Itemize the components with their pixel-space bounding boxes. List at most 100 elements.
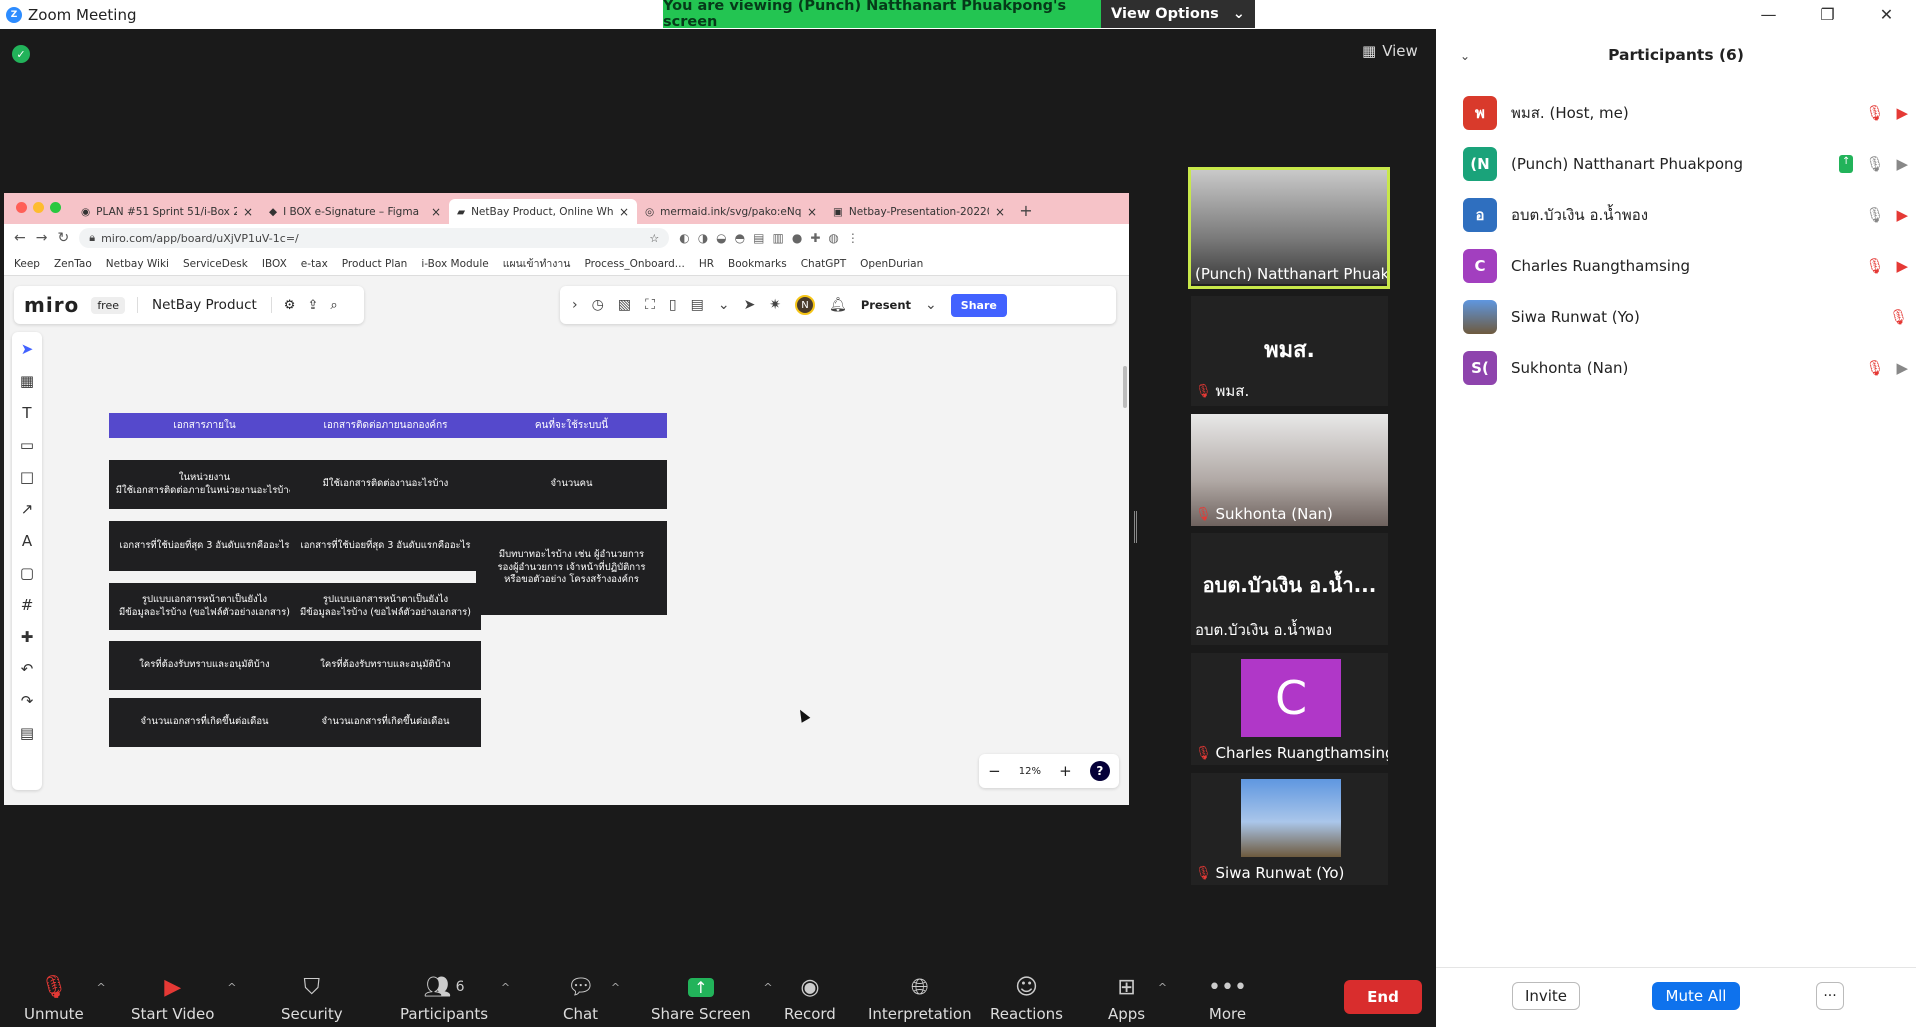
- participant-row[interactable]: อ อบต.บัวเงิน อ.น้ำพอง 🎙︎ ▶︎: [1463, 195, 1908, 235]
- celebrate-icon[interactable]: ✷: [769, 297, 781, 313]
- puzzle-icon[interactable]: ✚: [810, 231, 820, 245]
- split-drag-handle[interactable]: [1134, 511, 1137, 543]
- zoom-dot-icon[interactable]: [50, 202, 61, 213]
- sticky-card[interactable]: มีใช้เอกสารติดต่องานอะไรบ้าง: [290, 460, 481, 509]
- bookmark-servicedesk[interactable]: ServiceDesk: [183, 258, 248, 270]
- interpretation-button[interactable]: 🌐︎ Interpretation: [868, 973, 972, 1024]
- participant-row[interactable]: S( Sukhonta (Nan) 🎙︎ ▶︎: [1463, 348, 1908, 388]
- redo-icon[interactable]: ↷: [21, 692, 34, 710]
- bookmark-netbay-wiki[interactable]: Netbay Wiki: [106, 258, 169, 270]
- help-button[interactable]: ?: [1089, 761, 1110, 781]
- bookmark-keep[interactable]: Keep: [14, 258, 40, 270]
- sticky-card[interactable]: จำนวนเอกสารที่เกิดขึ้นต่อเดือน: [109, 698, 300, 747]
- chat-button[interactable]: 💬︎ Chat ^: [563, 973, 620, 1024]
- avatar[interactable]: N: [795, 295, 816, 315]
- chevron-up-icon[interactable]: ^: [227, 981, 236, 994]
- record-button[interactable]: ◉ Record: [784, 973, 836, 1024]
- settings-gear-icon[interactable]: ⚙: [284, 298, 296, 313]
- bookmark-chatgpt[interactable]: ChatGPT: [801, 258, 846, 270]
- bookmark-process-onboard[interactable]: Process_Onboard...: [584, 258, 684, 270]
- participant-row[interactable]: Siwa Runwat (Yo) 🎙︎: [1463, 297, 1908, 337]
- mic-muted-icon[interactable]: 🎙︎: [1865, 104, 1884, 122]
- chevron-down-icon[interactable]: ⌄: [925, 297, 937, 313]
- vertical-scrollbar[interactable]: [1123, 366, 1127, 408]
- encryption-shield-icon[interactable]: ✓: [12, 45, 30, 63]
- zoom-out-icon[interactable]: −: [988, 762, 1001, 780]
- kebab-icon[interactable]: ⋮: [847, 231, 859, 245]
- activity-icon[interactable]: ▧: [618, 297, 631, 313]
- tab-close-icon[interactable]: ×: [807, 205, 817, 219]
- tab-close-icon[interactable]: ×: [431, 205, 441, 219]
- video-tile[interactable]: C 🎙︎ Charles Ruangthamsing: [1191, 653, 1388, 765]
- chevron-up-icon[interactable]: ^: [611, 981, 620, 994]
- video-off-icon[interactable]: ▶︎: [1896, 206, 1908, 224]
- bookmark-etax[interactable]: e-tax: [301, 258, 328, 270]
- apps-button[interactable]: ⊞ Apps ^: [1108, 973, 1167, 1024]
- frame-icon[interactable]: #: [21, 596, 34, 614]
- bookmark-hr[interactable]: HR: [699, 258, 714, 270]
- sticky-card[interactable]: รูปแบบเอกสารหน้าตาเป็นยังไง มีข้อมูลอะไร…: [109, 583, 300, 630]
- start-video-button[interactable]: ▶︎ Start Video ^: [131, 973, 236, 1024]
- share-button[interactable]: Share: [950, 293, 1007, 317]
- video-icon[interactable]: ▶︎: [1896, 359, 1908, 377]
- end-meeting-button[interactable]: End: [1344, 980, 1422, 1014]
- chevron-up-icon[interactable]: ^: [763, 981, 772, 994]
- cursor-icon[interactable]: ➤: [744, 297, 756, 313]
- reactions-button[interactable]: ☺ Reactions: [990, 973, 1063, 1024]
- share-screen-button[interactable]: ↑ Share Screen ^: [651, 973, 773, 1023]
- reload-icon[interactable]: ↻: [57, 230, 69, 246]
- fullscreen-icon[interactable]: ⛶: [645, 297, 655, 313]
- close-icon[interactable]: ✕: [1857, 0, 1916, 29]
- chevron-up-icon[interactable]: ^: [501, 981, 510, 994]
- chevron-up-icon[interactable]: ^: [97, 981, 106, 994]
- panel-toggle-icon[interactable]: ▤: [20, 724, 34, 742]
- browser-tab-active[interactable]: ▰NetBay Product, Online Whiteb×: [449, 199, 637, 224]
- extension-icon[interactable]: ◒: [716, 231, 726, 245]
- bell-icon[interactable]: 🔔︎: [829, 297, 847, 313]
- minimize-dot-icon[interactable]: [33, 202, 44, 213]
- extension-icon[interactable]: ▤: [753, 231, 764, 245]
- chevron-up-icon[interactable]: ^: [1158, 981, 1167, 994]
- zoom-level[interactable]: 12%: [1019, 766, 1041, 777]
- address-bar[interactable]: 🔒︎ miro.com/app/board/uXjVP1uV-1c=/ ☆: [79, 228, 670, 248]
- unmute-button[interactable]: 🎙︎ Unmute ^: [24, 973, 106, 1024]
- panel-more-button[interactable]: ···: [1816, 982, 1844, 1010]
- board-name[interactable]: NetBay Product: [137, 297, 272, 313]
- search-icon[interactable]: ⌕: [330, 298, 337, 313]
- video-off-icon[interactable]: ▶︎: [1896, 257, 1908, 275]
- participant-row[interactable]: พ พมส. (Host, me) 🎙︎ ▶︎: [1463, 93, 1908, 133]
- bookmark-opendurian[interactable]: OpenDurian: [860, 258, 923, 270]
- participant-row[interactable]: (N (Punch) Natthanart Phuakpong ↑ 🎙︎ ▶︎: [1463, 144, 1908, 184]
- mute-all-button[interactable]: Mute All: [1652, 982, 1740, 1010]
- column-header[interactable]: เอกสารติดต่อภายนอกองค์กร: [290, 413, 481, 438]
- double-chevron-icon[interactable]: ⌄: [718, 297, 730, 313]
- select-tool-icon[interactable]: ➤: [21, 340, 34, 358]
- bookmark-product-plan[interactable]: Product Plan: [342, 258, 408, 270]
- bookmark-zentao[interactable]: ZenTao: [54, 258, 92, 270]
- video-tile[interactable]: (Punch) Natthanart Phuak...: [1188, 167, 1390, 289]
- browser-tab[interactable]: ▣ Netbay-Presentation-202205 ×: [825, 199, 1013, 224]
- view-button[interactable]: ▦ View: [1362, 42, 1418, 60]
- view-options-button[interactable]: View Options ⌄: [1101, 0, 1255, 28]
- tab-close-icon[interactable]: ×: [243, 205, 253, 219]
- sticky-card[interactable]: เอกสารที่ใช้บ่อยที่สุด 3 อันดับแรกคืออะไ…: [109, 521, 300, 571]
- extension-icon[interactable]: ●: [792, 231, 802, 245]
- sticky-card[interactable]: จำนวนเอกสารที่เกิดขึ้นต่อเดือน: [290, 698, 481, 747]
- templates-icon[interactable]: ▦: [20, 372, 34, 390]
- sticky-note-icon[interactable]: ▭: [20, 436, 34, 454]
- browser-tab[interactable]: ◎mermaid.ink/svg/pako:eNq1lV×: [637, 199, 825, 224]
- participant-row[interactable]: C Charles Ruangthamsing 🎙︎ ▶︎: [1463, 246, 1908, 286]
- tab-close-icon[interactable]: ×: [995, 205, 1005, 219]
- video-icon[interactable]: ▶︎: [1896, 155, 1908, 173]
- sticky-card[interactable]: ใครที่ต้องรับทราบและอนุมัติบ้าง: [290, 641, 481, 690]
- profile-icon[interactable]: ◍: [828, 231, 838, 245]
- shared-screen[interactable]: ◉PLAN #51 Sprint 51/i-Box 2023× ◆I BOX e…: [4, 193, 1129, 805]
- extension-icon[interactable]: ◑: [698, 231, 708, 245]
- mic-muted-icon[interactable]: 🎙︎: [1865, 257, 1884, 275]
- mic-muted-icon[interactable]: 🎙︎: [1865, 359, 1884, 377]
- timer-icon[interactable]: ◷: [592, 297, 604, 313]
- sticky-card[interactable]: รูปแบบเอกสารหน้าตาเป็นยังไง มีข้อมูลอะไร…: [290, 583, 481, 630]
- browser-tab[interactable]: ◆ I BOX e-Signature – Figma ×: [261, 199, 449, 224]
- security-button[interactable]: ⛉ Security: [281, 973, 343, 1024]
- column-header[interactable]: เอกสารภายใน: [109, 413, 300, 438]
